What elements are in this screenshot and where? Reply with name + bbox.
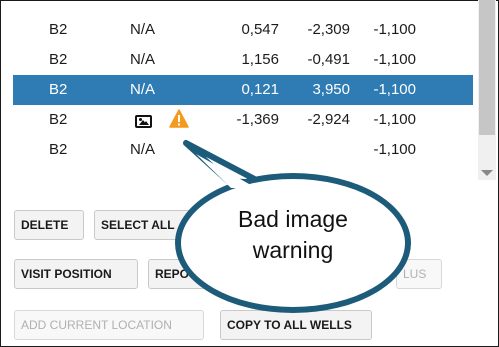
status-cell: N/A [130, 51, 156, 68]
table-row[interactable]: B2 -1,369 -2,924 -1,100 [13, 105, 473, 135]
image-icon[interactable] [135, 115, 152, 128]
y-cell: -2,924 [307, 111, 350, 128]
x-cell: 0,547 [241, 21, 279, 38]
z-cell: -1,100 [373, 111, 416, 128]
status-cell: N/A [130, 81, 156, 98]
scrollbar-thumb[interactable] [479, 0, 495, 135]
visit-position-button[interactable]: VISIT POSITION [14, 259, 138, 289]
well-cell: B2 [49, 141, 68, 158]
z-cell: -1,100 [373, 51, 416, 68]
x-cell: -1,369 [236, 111, 279, 128]
scroll-down-arrow-icon[interactable] [481, 170, 493, 176]
y-cell: -2,309 [307, 21, 350, 38]
z-cell: -1,100 [373, 141, 416, 158]
positions-table: B2 N/A 0,547 -2,309 -1,100 B2 N/A 1,156 … [13, 15, 473, 165]
status-cell: N/A [130, 21, 156, 38]
copy-to-all-wells-button[interactable]: COPY TO ALL WELLS [220, 310, 372, 340]
add-current-location-button[interactable]: ADD CURRENT LOCATION [14, 310, 204, 340]
delete-button[interactable]: DELETE [14, 210, 84, 240]
status-cell: N/A [130, 141, 156, 158]
y-cell: -0,491 [307, 51, 350, 68]
table-row[interactable]: B2 N/A 0,547 -2,309 -1,100 [13, 15, 473, 45]
y-cell: 3,950 [312, 81, 350, 98]
callout-text: Bad image warning [175, 204, 411, 266]
table-row[interactable]: B2 N/A -1,100 [13, 135, 473, 165]
z-cell: -1,100 [373, 21, 416, 38]
callout-line-2: warning [252, 237, 334, 263]
table-row[interactable]: B2 N/A 1,156 -0,491 -1,100 [13, 45, 473, 75]
x-cell: 1,156 [241, 51, 279, 68]
warning-icon[interactable] [169, 109, 189, 129]
vertical-scrollbar[interactable] [478, 0, 496, 180]
well-cell: B2 [49, 21, 68, 38]
callout-line-1: Bad image [238, 206, 348, 232]
well-cell: B2 [49, 111, 68, 128]
x-cell: 0,121 [241, 81, 279, 98]
z-cell: -1,100 [373, 81, 416, 98]
well-cell: B2 [49, 81, 68, 98]
well-cell: B2 [49, 51, 68, 68]
table-row-selected[interactable]: B2 N/A 0,121 3,950 -1,100 [13, 75, 473, 105]
